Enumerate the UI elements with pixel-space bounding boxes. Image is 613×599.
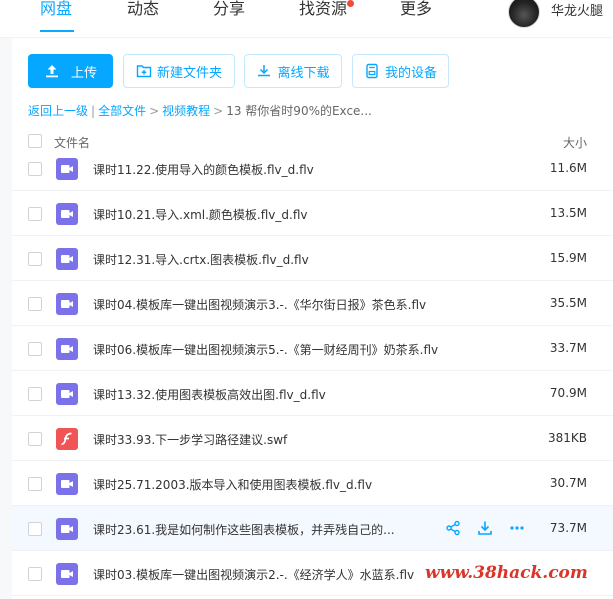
my-devices-label: 我的设备 [384, 65, 437, 81]
row-checkbox[interactable] [28, 162, 42, 176]
breadcrumb-all-files[interactable]: 全部文件 [98, 104, 146, 118]
file-row[interactable]: 课时10.21.导入.xml.颜色模板.flv_d.flv 13.5M [12, 191, 613, 236]
download-icon[interactable] [476, 519, 494, 537]
file-row[interactable]: 课时33.93.下一步学习路径建议.swf 381KB [12, 416, 613, 461]
nav-tab-activity[interactable]: 动态 [127, 0, 159, 26]
new-folder-label: 新建文件夹 [156, 65, 222, 81]
file-size: 35.5M [549, 296, 587, 310]
row-actions [444, 519, 526, 537]
video-file-icon [56, 338, 78, 360]
row-checkbox[interactable] [28, 432, 42, 446]
upload-label: 上传 [70, 65, 97, 81]
file-name[interactable]: 课时10.21.导入.xml.颜色模板.flv_d.flv [93, 206, 308, 223]
row-checkbox[interactable] [28, 252, 42, 266]
video-file-icon [56, 203, 78, 225]
file-row[interactable]: 课时06.模板库一键出图视频演示5.-.《第一财经周刊》奶茶系.flv 33.7… [12, 326, 613, 371]
video-file-icon [56, 383, 78, 405]
flash-file-icon [56, 428, 78, 450]
breadcrumb-video-tutorials[interactable]: 视频教程 [162, 104, 210, 118]
breadcrumb-chevron: > [213, 104, 224, 118]
device-icon [364, 63, 380, 79]
top-nav: 网盘 动态 分享 找资源 更多 华龙火腿 [0, 0, 613, 36]
share-icon[interactable] [444, 519, 462, 537]
breadcrumb-separator: | [91, 104, 96, 118]
file-size: 73.7M [549, 521, 587, 535]
file-name[interactable]: 课时03.模板库一键出图视频演示2.-.《经济学人》水蓝系.flv [93, 566, 414, 583]
file-size: 11.6M [549, 161, 587, 175]
file-name[interactable]: 课时23.61.我是如何制作这些图表模板，并弄残自己的... [93, 521, 395, 538]
video-file-icon [56, 563, 78, 585]
sidebar-edge [0, 38, 12, 599]
file-name[interactable]: 课时06.模板库一键出图视频演示5.-.《第一财经周刊》奶茶系.flv [93, 341, 438, 358]
video-file-icon [56, 293, 78, 315]
file-row[interactable]: 课时25.71.2003.版本导入和使用图表模板.flv_d.flv 30.7M [12, 461, 613, 506]
video-file-icon [56, 158, 78, 180]
upload-icon [44, 63, 60, 79]
nav-tab-find-resources[interactable]: 找资源 [299, 0, 347, 26]
file-name[interactable]: 课时25.71.2003.版本导入和使用图表模板.flv_d.flv [93, 476, 372, 493]
file-name[interactable]: 课时12.31.导入.crtx.图表模板.flv_d.flv [93, 251, 309, 268]
row-checkbox[interactable] [28, 297, 42, 311]
my-devices-button[interactable]: 我的设备 [352, 54, 449, 88]
new-folder-button[interactable]: 新建文件夹 [123, 54, 235, 88]
row-checkbox[interactable] [28, 477, 42, 491]
breadcrumb-current-folder: 13 帮你省时90%的Exce... [226, 104, 372, 118]
avatar[interactable] [508, 0, 540, 28]
new-folder-icon [136, 63, 152, 79]
file-row[interactable]: 课时23.61.我是如何制作这些图表模板，并弄残自己的... 73.7M [12, 506, 613, 551]
offline-download-label: 离线下载 [277, 65, 330, 81]
nav-active-indicator [40, 30, 74, 32]
nav-tab-more[interactable]: 更多 [400, 0, 432, 26]
file-name[interactable]: 课时33.93.下一步学习路径建议.swf [93, 431, 287, 448]
file-size: 15.9M [549, 251, 587, 265]
row-checkbox[interactable] [28, 567, 42, 581]
video-file-icon [56, 473, 78, 495]
watermark: www.38hack.com [425, 563, 588, 583]
offline-download-button[interactable]: 离线下载 [244, 54, 342, 88]
download-icon [256, 63, 272, 79]
file-size: 13.5M [549, 206, 587, 220]
breadcrumb-chevron: > [149, 104, 160, 118]
nav-tab-share[interactable]: 分享 [213, 0, 245, 26]
file-name[interactable]: 课时13.32.使用图表模板高效出图.flv_d.flv [93, 386, 326, 403]
notification-dot [347, 0, 354, 7]
row-checkbox[interactable] [28, 522, 42, 536]
file-row[interactable]: 课时13.32.使用图表模板高效出图.flv_d.flv 70.9M [12, 371, 613, 416]
more-icon[interactable] [508, 519, 526, 537]
file-size: 30.7M [549, 476, 587, 490]
video-file-icon [56, 248, 78, 270]
file-size: 381KB [547, 431, 587, 445]
file-row[interactable]: 课时11.22.使用导入的颜色模板.flv_d.flv 11.6M [12, 146, 613, 191]
breadcrumb-back[interactable]: 返回上一级 [28, 104, 88, 118]
file-size: 70.9M [549, 386, 587, 400]
row-checkbox[interactable] [28, 387, 42, 401]
nav-tab-netdisk[interactable]: 网盘 [40, 0, 72, 26]
breadcrumb: 返回上一级 | 全部文件 > 视频教程 >13 帮你省时90%的Exce... [28, 102, 372, 119]
file-row[interactable]: 课时04.模板库一键出图视频演示3.-.《华尔街日报》茶色系.flv 35.5M [12, 281, 613, 326]
username[interactable]: 华龙火腿 [551, 0, 603, 19]
video-file-icon [56, 518, 78, 540]
nav-divider [0, 37, 613, 38]
file-name[interactable]: 课时11.22.使用导入的颜色模板.flv_d.flv [93, 161, 314, 178]
file-name[interactable]: 课时04.模板库一键出图视频演示3.-.《华尔街日报》茶色系.flv [93, 296, 426, 313]
file-size: 33.7M [549, 341, 587, 355]
row-checkbox[interactable] [28, 342, 42, 356]
file-row[interactable]: 课时12.31.导入.crtx.图表模板.flv_d.flv 15.9M [12, 236, 613, 281]
row-checkbox[interactable] [28, 207, 42, 221]
upload-button[interactable]: 上传 [28, 54, 113, 88]
